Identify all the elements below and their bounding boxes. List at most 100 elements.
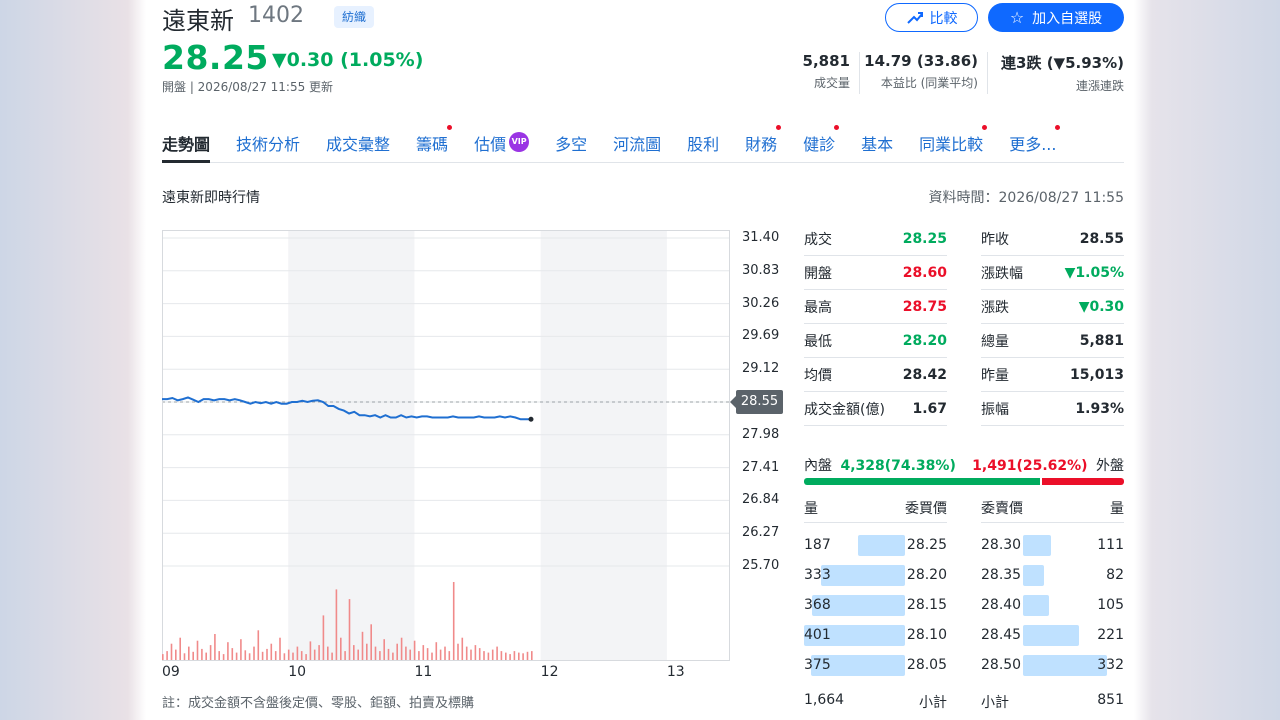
quote-value: 28.60 (902, 264, 947, 281)
bid-qty-header: 量 (804, 501, 818, 517)
quote-label: 成交金額(億) (804, 401, 885, 418)
ask-qty: 332 (1097, 657, 1124, 673)
volume-bar (366, 643, 368, 660)
volume-bar (196, 640, 199, 660)
volume-bar (357, 649, 359, 660)
y-tick-label: 31.40 (742, 230, 780, 245)
volume-bar (361, 631, 364, 660)
volume-bar (300, 651, 303, 660)
quote-page: 遠東新 1402 紡織 比較 ☆ 加入自選股 28.25 ▼0.30 (1.05… (146, 0, 1134, 720)
quote-row: 昨收 28.55 (981, 222, 1124, 256)
tab-7[interactable]: 股利 (687, 127, 719, 163)
volume-bar (205, 652, 207, 660)
y-tick-label: 29.69 (742, 328, 780, 344)
bid-row: 368 28.15 (804, 590, 947, 620)
y-tick-label: 26.84 (742, 492, 780, 508)
volume-bar (487, 652, 490, 660)
tab-3[interactable]: 籌碼 (416, 125, 453, 163)
volume-bar (227, 642, 229, 660)
tab-11[interactable]: 同業比較 (919, 125, 988, 163)
bid-row: 375 28.05 (804, 650, 947, 680)
bid-price: 28.05 (906, 657, 947, 673)
x-tick-label: 09 (162, 664, 180, 680)
volume-bar (292, 652, 294, 660)
quote-value: 28.42 (902, 366, 947, 383)
volume-bar (340, 637, 342, 660)
ask-qty: 105 (1097, 597, 1124, 613)
tab-8[interactable]: 財務 (745, 125, 782, 163)
tab-label: 走勢圖 (162, 135, 211, 154)
quote-row: 漲跌 ▼0.30 (981, 290, 1124, 324)
tab-1[interactable]: 技術分析 (236, 127, 300, 163)
volume-bar (474, 645, 477, 660)
intraday-chart[interactable] (162, 230, 730, 662)
volume-bar (418, 651, 420, 660)
tab-5[interactable]: 多空 (555, 127, 587, 163)
section-title: 遠東新即時行情 (162, 190, 260, 206)
y-tick-label: 25.70 (742, 558, 780, 573)
ask-subtotal-label: 小計 (981, 695, 1009, 711)
volume-bar (465, 646, 468, 660)
quote-label: 昨收 (981, 231, 1009, 248)
inner-value: 4,328(74.38%) (840, 458, 956, 474)
notification-dot (1055, 125, 1061, 130)
ask-qty-bar (1023, 625, 1079, 646)
y-tick-label: 26.27 (742, 525, 780, 541)
y-tick-label: 30.26 (742, 295, 780, 311)
volume-bar (470, 649, 472, 660)
y-tick-label: 29.12 (742, 361, 780, 377)
tab-label: 估價 (474, 135, 507, 154)
volume-bar (396, 643, 398, 660)
bid-qty: 333 (804, 567, 831, 583)
volume-bar (222, 654, 225, 660)
tab-label: 河流圖 (613, 135, 662, 154)
tab-0[interactable]: 走勢圖 (162, 127, 211, 163)
volume-bar (531, 651, 533, 660)
footnote: 註：成交金額不含盤後定價、零股、鉅額、拍賣及標購 (162, 696, 475, 711)
quote-value: 1.67 (912, 400, 947, 417)
volume-bar (370, 624, 372, 660)
tab-12[interactable]: 更多... (1009, 125, 1061, 163)
data-time: 資料時間：2026/08/27 11:55 (928, 190, 1125, 206)
ask-qty-bar (1023, 535, 1051, 556)
stock-code: 1402 (248, 3, 304, 28)
volume-bar (509, 654, 511, 660)
volume-bar (439, 649, 442, 660)
volume-bar (387, 648, 390, 660)
quote-label: 開盤 (804, 265, 832, 282)
time-band (540, 230, 667, 660)
volume-bar (331, 652, 333, 660)
tab-label: 基本 (861, 135, 894, 154)
volume-bar (179, 637, 181, 660)
stat-volume: 5,881 成交量 (746, 52, 850, 91)
volume-bar (214, 634, 216, 660)
volume-bar (392, 652, 394, 660)
volume-bar (435, 642, 438, 660)
tab-6[interactable]: 河流圖 (613, 127, 661, 163)
compare-button[interactable]: 比較 (885, 3, 978, 32)
stat-value: 連3跌 (▼5.93%) (1001, 54, 1124, 72)
x-tick-label: 10 (288, 664, 307, 680)
quote-row: 振幅 1.93% (981, 392, 1124, 426)
tab-label: 健診 (803, 135, 836, 154)
add-watchlist-button[interactable]: ☆ 加入自選股 (988, 3, 1124, 32)
tab-10[interactable]: 基本 (861, 127, 893, 163)
industry-tag[interactable]: 紡織 (334, 6, 375, 28)
divider (987, 52, 988, 94)
volume-bar (166, 651, 168, 660)
quote-value: 28.25 (902, 230, 947, 247)
quote-row: 均價 28.42 (804, 358, 947, 392)
volume-bar (261, 651, 264, 660)
tab-4[interactable]: 估價 VIP (474, 127, 530, 163)
stat-value: 14.79 (33.86) (864, 52, 978, 70)
quote-row: 總量 5,881 (981, 324, 1124, 358)
quote-label: 振幅 (981, 401, 1009, 418)
stat-label: 本益比 (同業平均) (880, 76, 978, 90)
volume-bar (192, 651, 194, 660)
volume-bar (266, 648, 268, 660)
notification-dot (776, 125, 782, 130)
y-tick-label: 30.83 (742, 262, 780, 278)
tab-2[interactable]: 成交彙整 (326, 127, 390, 163)
quote-value: ▼0.30 (1078, 298, 1124, 315)
tab-9[interactable]: 健診 (803, 125, 840, 163)
